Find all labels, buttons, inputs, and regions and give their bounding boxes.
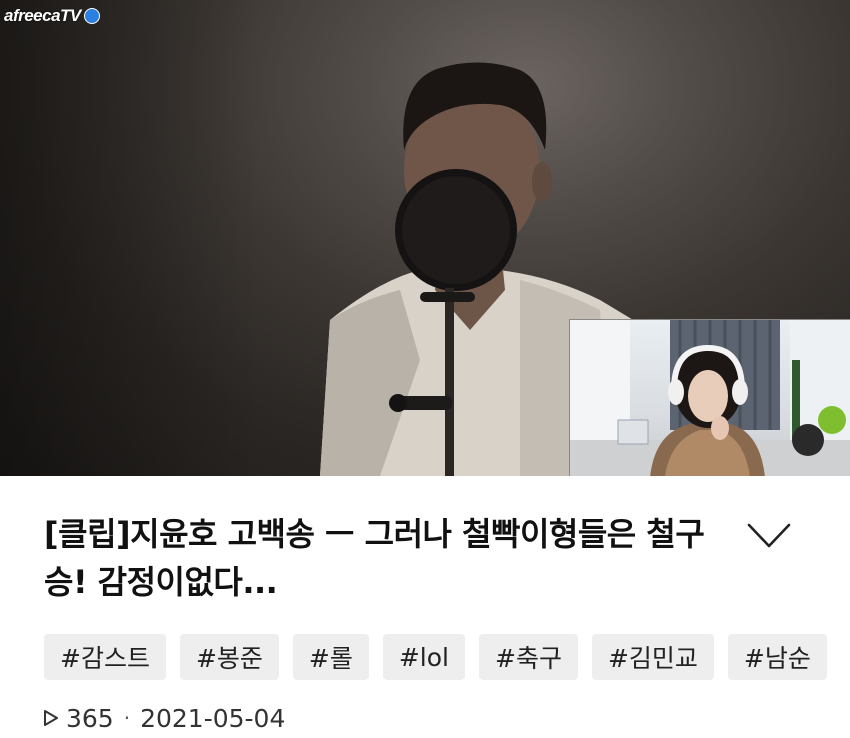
video-title[interactable]: [클립]지윤호 고백송 ㅡ 그러나 철빡이형들은 철구승! 감정이없다... [44, 510, 724, 606]
logo-text: afreecaTV [4, 6, 81, 25]
video-info: [클립]지윤호 고백송 ㅡ 그러나 철빡이형들은 철구승! 감정이없다... [0, 476, 850, 626]
hashtag-chip[interactable]: #봉준 [179, 634, 279, 680]
afreecatv-logo: afreecaTV [4, 4, 100, 28]
hashtag-chip[interactable]: #김민교 [591, 634, 714, 680]
meta-separator: · [123, 706, 131, 730]
pip-scene [570, 320, 850, 476]
video-meta: 365 · 2021-05-04 [42, 702, 285, 734]
hashtag-list: #감스트 #봉준 #롤 #lol #축구 #김민교 #남순 [44, 634, 827, 682]
pip-streamer-cam [569, 319, 850, 476]
tv-mascot-icon [83, 8, 100, 24]
chevron-down-icon[interactable] [746, 520, 792, 550]
hashtag-chip[interactable]: #남순 [727, 634, 827, 680]
hashtag-chip[interactable]: #lol [382, 634, 465, 680]
hashtag-chip[interactable]: #축구 [479, 634, 578, 680]
play-outline-icon [44, 710, 58, 726]
hashtag-chip[interactable]: #롤 [292, 634, 369, 680]
hashtag-chip[interactable]: #감스트 [44, 634, 166, 680]
upload-date: 2021-05-04 [140, 703, 286, 733]
video-player[interactable]: afreecaTV [0, 0, 850, 476]
view-count: 365 [66, 703, 114, 733]
